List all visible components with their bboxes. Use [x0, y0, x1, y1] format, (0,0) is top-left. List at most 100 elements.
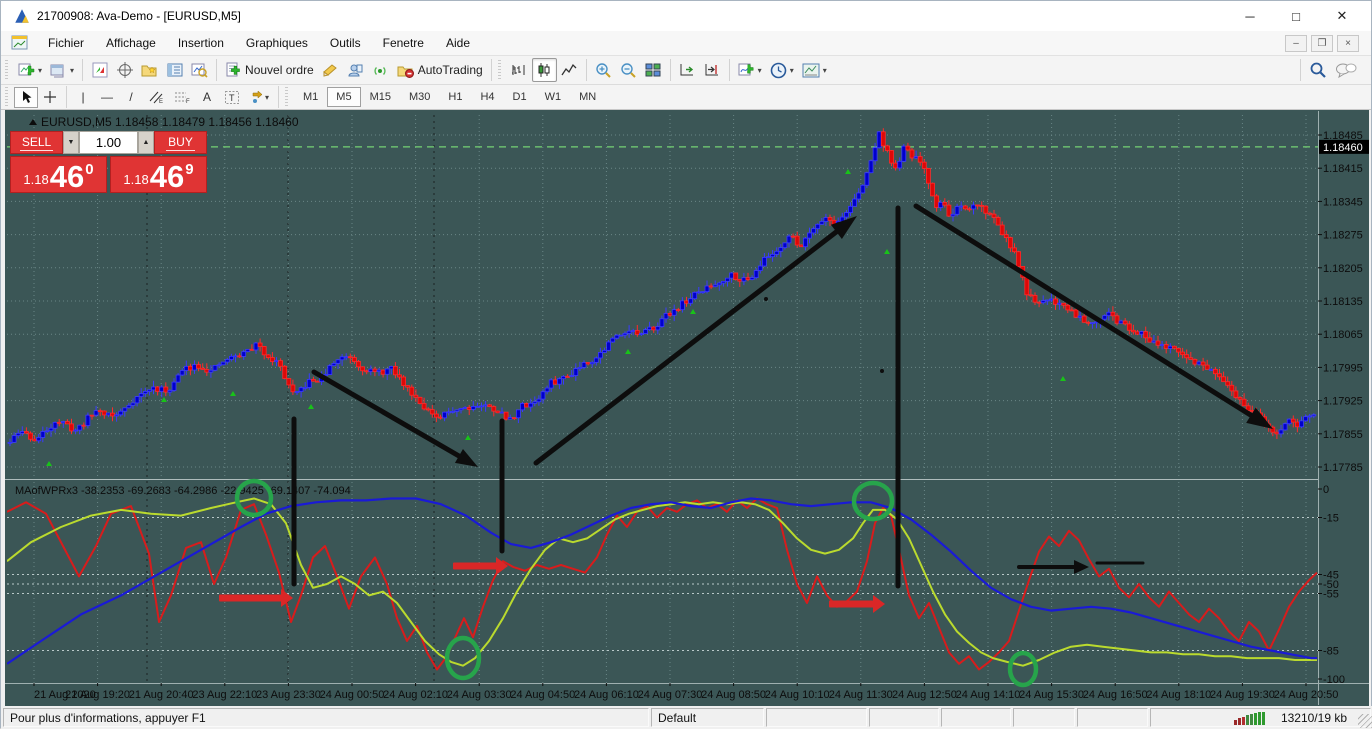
tile-windows-button[interactable]	[641, 58, 666, 82]
line-chart-icon	[561, 62, 577, 78]
tf-m30[interactable]: M30	[400, 87, 439, 107]
toolbar-grip[interactable]	[5, 60, 12, 80]
navigator-button[interactable]	[137, 58, 162, 82]
svg-text:1.18275: 1.18275	[1323, 230, 1363, 242]
menu-aide[interactable]: Aide	[435, 32, 481, 54]
trendline-button[interactable]: /	[119, 87, 143, 108]
sell-price-button[interactable]: 1.18 46 0	[10, 156, 107, 193]
arrows-shape-icon	[250, 90, 265, 104]
periods-button[interactable]: ▾	[766, 58, 798, 82]
menu-outils[interactable]: Outils	[319, 32, 372, 54]
chart-shift-button[interactable]	[700, 58, 725, 82]
svg-text:24 Aug 10:10: 24 Aug 10:10	[765, 689, 830, 701]
data-window-button[interactable]	[112, 58, 137, 82]
volume-input[interactable]	[79, 131, 138, 154]
buy-price-button[interactable]: 1.18 46 9	[110, 156, 207, 193]
bar-chart-button[interactable]	[507, 58, 532, 82]
svg-text:-15: -15	[1323, 513, 1339, 525]
experts-button[interactable]	[343, 58, 368, 82]
crosshair-button[interactable]	[38, 87, 62, 108]
menu-fichier[interactable]: Fichier	[37, 32, 95, 54]
svg-text:1.17925: 1.17925	[1323, 396, 1363, 408]
svg-text:F: F	[186, 99, 190, 104]
zoom-in-button[interactable]	[591, 58, 616, 82]
menu-insertion[interactable]: Insertion	[167, 32, 235, 54]
tf-d1[interactable]: D1	[504, 87, 536, 107]
text-label-button[interactable]: T	[219, 87, 245, 108]
volume-increase-button[interactable]: ▲	[138, 131, 154, 154]
toolbar-grip[interactable]	[285, 87, 292, 107]
one-click-trading-panel: SELL ▼ ▲ BUY 1.18 46 0 1.18 46 9	[10, 131, 207, 193]
minimize-button[interactable]: ─	[1227, 2, 1273, 30]
child-close-button[interactable]: ×	[1337, 35, 1359, 52]
horizontal-line-button[interactable]: —	[95, 87, 119, 108]
tf-m1[interactable]: M1	[294, 87, 327, 107]
svg-text:1.18415: 1.18415	[1323, 163, 1363, 175]
status-empty-cell	[1077, 708, 1148, 727]
window-title: 21700908: Ava-Demo - [EURUSD,M5]	[37, 9, 241, 23]
auto-scroll-button[interactable]	[675, 58, 700, 82]
profiles-button[interactable]: ▾	[46, 58, 78, 82]
svg-text:1.17855: 1.17855	[1323, 429, 1363, 441]
shapes-button[interactable]: ▾	[245, 87, 274, 108]
maximize-button[interactable]: □	[1273, 2, 1319, 30]
svg-text:24 Aug 16:50: 24 Aug 16:50	[1083, 689, 1148, 701]
chevron-down-icon: ▾	[38, 66, 42, 75]
buy-button[interactable]: BUY	[154, 131, 207, 154]
tf-m15[interactable]: M15	[361, 87, 400, 107]
close-button[interactable]: ✕	[1319, 2, 1365, 30]
autotrading-button[interactable]: AutoTrading	[393, 58, 487, 82]
search-icon	[1309, 61, 1327, 79]
svg-text:1.18205: 1.18205	[1323, 263, 1363, 275]
status-bar: Pour plus d'informations, appuyer F1 Def…	[1, 706, 1372, 729]
svg-text:24 Aug 08:50: 24 Aug 08:50	[701, 689, 766, 701]
text-button[interactable]: A	[195, 87, 219, 108]
svg-text:21 Aug 20:40: 21 Aug 20:40	[129, 689, 194, 701]
child-minimize-button[interactable]: –	[1285, 35, 1307, 52]
child-restore-button[interactable]: ❐	[1311, 35, 1333, 52]
tf-m5[interactable]: M5	[327, 87, 360, 107]
tf-h1[interactable]: H1	[439, 87, 471, 107]
signals-button[interactable]	[368, 58, 393, 82]
chevron-down-icon: ▾	[758, 66, 762, 75]
new-chart-button[interactable]: ▾	[14, 58, 46, 82]
svg-text:-100: -100	[1323, 674, 1345, 686]
market-watch-button[interactable]	[87, 58, 112, 82]
svg-text:MAofWPRx3 -38.2353 -69.2683 -: MAofWPRx3 -38.2353 -69.2683 -64.2986 -22…	[15, 485, 351, 497]
menu-fenetre[interactable]: Fenetre	[372, 32, 435, 54]
svg-text:21 Aug 19:20: 21 Aug 19:20	[65, 689, 130, 701]
vertical-line-button[interactable]: |	[71, 87, 95, 108]
line-chart-button[interactable]	[557, 58, 582, 82]
tf-h4[interactable]: H4	[471, 87, 503, 107]
svg-text:23 Aug 23:30: 23 Aug 23:30	[256, 689, 321, 701]
tf-mn[interactable]: MN	[570, 87, 605, 107]
toolbar-separator	[278, 86, 279, 108]
templates-button[interactable]: ▾	[798, 58, 831, 82]
toolbar-grip[interactable]	[498, 60, 505, 80]
strategy-tester-button[interactable]	[187, 58, 212, 82]
svg-text:24 Aug 04:50: 24 Aug 04:50	[510, 689, 575, 701]
search-button[interactable]	[1305, 58, 1331, 82]
sell-price-pipette: 0	[85, 161, 93, 178]
metaeditor-button[interactable]	[318, 58, 343, 82]
menu-affichage[interactable]: Affichage	[95, 32, 167, 54]
cursor-button[interactable]	[14, 87, 38, 108]
candlestick-chart-button[interactable]	[532, 58, 557, 82]
status-profile[interactable]: Default	[651, 708, 764, 727]
fibonacci-button[interactable]: F	[169, 87, 195, 108]
resize-grip[interactable]	[1358, 714, 1372, 728]
toolbar-grip[interactable]	[5, 87, 12, 107]
chat-button[interactable]	[1331, 58, 1361, 82]
menu-graphiques[interactable]: Graphiques	[235, 32, 319, 54]
chart-shift-icon	[704, 62, 720, 78]
indicators-button[interactable]: ▾	[734, 58, 766, 82]
tf-w1[interactable]: W1	[536, 87, 571, 107]
volume-dropdown-button[interactable]: ▼	[63, 131, 79, 154]
sell-button[interactable]: SELL	[10, 131, 63, 154]
chart-svg[interactable]: 1.184851.184151.183451.182751.182051.181…	[5, 110, 1369, 706]
zoom-out-button[interactable]	[616, 58, 641, 82]
terminal-button[interactable]	[162, 58, 187, 82]
channel-button[interactable]: E	[143, 87, 169, 108]
zoom-in-icon	[595, 62, 612, 78]
new-order-button[interactable]: Nouvel ordre	[221, 58, 318, 82]
